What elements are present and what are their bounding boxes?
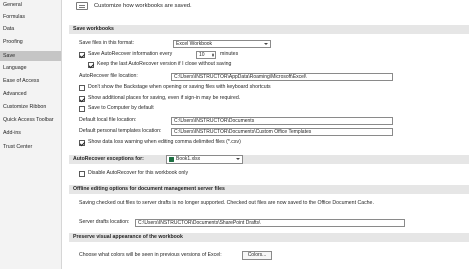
options-sidebar: General Formulas Data Proofing Save Lang…: [0, 0, 62, 269]
autorecover-location-input[interactable]: C:\Users\INSTRUCTOR\AppData\Roaming\Micr…: [171, 73, 393, 81]
save-to-computer-checkbox[interactable]: [79, 106, 85, 112]
sidebar-item-ease-of-access[interactable]: Ease of Access: [0, 76, 61, 86]
section-header-save-workbooks: Save workbooks: [69, 25, 469, 34]
autorecover-minutes-spinner[interactable]: 10: [196, 51, 216, 59]
default-local-location-input[interactable]: C:\Users\INSTRUCTOR\Documents: [171, 117, 393, 125]
autorecover-location-label: AutoRecover file location:: [79, 73, 138, 79]
sidebar-item-quick-access-toolbar[interactable]: Quick Access Toolbar: [0, 115, 61, 125]
disable-autorecover-label: Disable AutoRecover for this workbook on…: [88, 170, 189, 176]
sidebar-item-customize-ribbon[interactable]: Customize Ribbon: [0, 102, 61, 112]
default-local-location-label: Default local file location:: [79, 117, 137, 123]
personal-templates-label: Default personal templates location:: [79, 128, 162, 134]
file-format-select[interactable]: Excel Workbook: [173, 40, 271, 48]
sidebar-item-formulas[interactable]: Formulas: [0, 12, 61, 22]
keep-last-version-checkbox[interactable]: [88, 62, 94, 68]
sidebar-item-save[interactable]: Save: [0, 51, 61, 61]
autorecover-minutes-value: 10: [199, 52, 205, 58]
sidebar-item-proofing[interactable]: Proofing: [0, 37, 61, 47]
spinner-down-icon[interactable]: [212, 55, 214, 57]
sidebar-item-advanced[interactable]: Advanced: [0, 89, 61, 99]
backstage-checkbox[interactable]: [79, 85, 85, 91]
sidebar-item-language[interactable]: Language: [0, 63, 61, 73]
excel-workbook-icon: [169, 157, 174, 162]
keep-last-version-label: Keep the last AutoRecover version if I c…: [97, 61, 232, 67]
colors-label: Choose what colors will be seen in previ…: [79, 252, 222, 258]
sidebar-item-data[interactable]: Data: [0, 24, 61, 34]
backstage-label: Don't show the Backstage when opening or…: [88, 84, 271, 90]
workbook-select[interactable]: Book1.xlsx: [166, 155, 243, 164]
save-options-icon: [76, 2, 88, 10]
data-loss-warning-checkbox[interactable]: [79, 140, 85, 146]
minutes-label: minutes: [220, 51, 239, 57]
sidebar-item-trust-center[interactable]: Trust Center: [0, 142, 61, 152]
section-header-offline-editing: Offline editing options for document man…: [69, 185, 469, 194]
server-drafts-label: Server drafts location:: [79, 219, 130, 225]
section-header-preserve-visual: Preserve visual appearance of the workbo…: [69, 233, 469, 242]
chevron-down-icon: [264, 43, 268, 45]
sidebar-item-add-ins[interactable]: Add-ins: [0, 128, 61, 138]
section-header-autorecover-exceptions: AutoRecover exceptions for:: [69, 155, 469, 164]
personal-templates-input[interactable]: C:\Users\INSTRUCTOR\Documents\Custom Off…: [171, 128, 393, 136]
intro-text: Customize how workbooks are saved.: [94, 3, 192, 9]
save-options-panel: Customize how workbooks are saved. Save …: [63, 0, 474, 269]
data-loss-warning-label: Show data loss warning when editing comm…: [88, 139, 241, 145]
file-format-value: Excel Workbook: [176, 41, 213, 47]
save-to-computer-label: Save to Computer by default: [88, 105, 154, 111]
chevron-down-icon: [236, 158, 240, 160]
autorecover-checkbox[interactable]: [79, 52, 85, 58]
additional-places-label: Show additional places for saving, even …: [88, 95, 241, 101]
format-label: Save files in this format:: [79, 40, 135, 46]
sidebar-item-general[interactable]: General: [0, 0, 61, 10]
server-drafts-input[interactable]: C:\Users\INSTRUCTOR\Documents\SharePoint…: [135, 219, 405, 227]
disable-autorecover-checkbox[interactable]: [79, 171, 85, 177]
colors-button[interactable]: Colors...: [242, 251, 272, 260]
autorecover-exceptions-label: AutoRecover exceptions for:: [73, 156, 144, 162]
additional-places-checkbox[interactable]: [79, 96, 85, 102]
autorecover-label: Save AutoRecover information every: [88, 51, 173, 57]
offline-editing-description: Saving checked out files to server draft…: [79, 200, 374, 206]
